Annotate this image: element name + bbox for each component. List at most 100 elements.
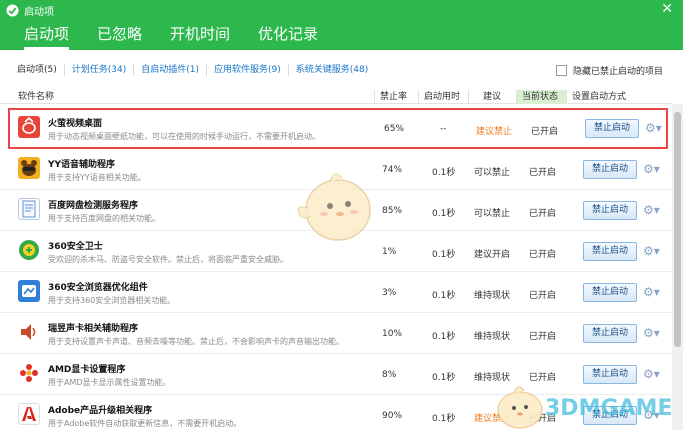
item-start-time: 0.1秒 xyxy=(432,209,456,219)
disable-startup-button[interactable]: 禁止启动 xyxy=(583,242,637,261)
item-description: 用于AMD显卡显示属性设置功能。 xyxy=(48,378,171,387)
item-status: 已开启 xyxy=(529,209,557,219)
subtab-autostart-plugins[interactable]: 自启动插件(1) xyxy=(134,64,207,76)
item-description: 受欢迎的杀木马、防盗号安全软件。禁止后，将面临严重安全威胁。 xyxy=(48,255,288,264)
item-description: 用于支持YY语音相关功能。 xyxy=(48,173,146,182)
item-start-time: 0.1秒 xyxy=(432,250,456,260)
item-disable-rate: 1% xyxy=(382,247,397,257)
column-header-advice[interactable]: 建议 xyxy=(468,90,516,104)
item-disable-rate: 90% xyxy=(382,411,403,421)
hide-disabled-option: 隐藏已禁止启动的项目 xyxy=(555,64,663,77)
vertical-scrollbar[interactable] xyxy=(672,104,683,430)
item-start-time: 0.1秒 xyxy=(432,291,456,301)
sub-tab-bar: 启动项(5) 计划任务(34) 自启动插件(1) 应用软件服务(9) 系统关键服… xyxy=(0,56,683,84)
item-name: 百度网盘检测服务程序 xyxy=(48,201,139,211)
item-status: 已开启 xyxy=(531,127,559,137)
item-name: Adobe产品升级相关程序 xyxy=(48,406,153,416)
item-advice: 维持现状 xyxy=(474,332,511,342)
amd-flower-icon xyxy=(18,362,40,384)
item-start-time: 0.1秒 xyxy=(432,414,456,424)
item-status: 已开启 xyxy=(529,250,557,260)
item-name: 火萤视频桌面 xyxy=(48,119,103,129)
gear-dropdown-icon[interactable]: ⚙▾ xyxy=(643,162,665,176)
adobe-icon xyxy=(18,403,40,425)
disable-startup-button[interactable]: 禁止启动 xyxy=(583,324,637,343)
gear-dropdown-icon[interactable]: ⚙▾ xyxy=(643,285,665,299)
speaker-icon xyxy=(18,321,40,343)
item-disable-rate: 8% xyxy=(382,370,397,380)
item-description: 用于支持设置声卡声道、音频去噪等功能。禁止后，不会影响声卡的声音输出功能。 xyxy=(48,337,344,346)
column-header-action[interactable]: 设置启动方式 xyxy=(566,90,666,104)
item-start-time: 0.1秒 xyxy=(432,332,456,342)
app-logo-icon xyxy=(6,4,19,17)
item-advice: 可以禁止 xyxy=(474,168,511,178)
startup-manager-window: 启动项 ✕ 启动项 已忽略 开机时间 优化记录 启动项(5) 计划任务(34) … xyxy=(0,0,683,430)
item-disable-rate: 65% xyxy=(384,124,405,134)
gear-dropdown-icon[interactable]: ⚙▾ xyxy=(643,326,665,340)
hide-disabled-checkbox[interactable] xyxy=(555,65,567,76)
tab-boot-time[interactable]: 开机时间 xyxy=(156,22,244,50)
item-description: 用于动态视频桌面壁纸功能，可以在使用的时候手动运行，不需要开机启动。 xyxy=(48,132,320,141)
item-advice: 可以禁止 xyxy=(474,209,511,219)
table-row[interactable]: 瑞昱声卡相关辅助程序 用于支持设置声卡声道、音频去噪等功能。禁止后，不会影响声卡… xyxy=(0,313,672,354)
gear-dropdown-icon[interactable]: ⚙▾ xyxy=(645,121,667,135)
window-title: 启动项 xyxy=(24,6,54,18)
table-row[interactable]: AMD显卡设置程序 用于AMD显卡显示属性设置功能。 8% 0.1秒 维持现状 … xyxy=(0,354,672,395)
item-name: AMD显卡设置程序 xyxy=(48,365,126,375)
item-advice: 建议开启 xyxy=(474,250,511,260)
item-start-time: 0.1秒 xyxy=(432,373,456,383)
item-disable-rate: 85% xyxy=(382,206,403,216)
item-description: 用于支持百度网盘的相关功能。 xyxy=(48,214,160,223)
disable-startup-button[interactable]: 禁止启动 xyxy=(583,160,637,179)
360-shield-icon xyxy=(18,239,40,261)
subtab-startup-items[interactable]: 启动项(5) xyxy=(0,64,65,76)
tab-optimization-log[interactable]: 优化记录 xyxy=(244,22,332,50)
table-row[interactable]: 360安全浏览器优化组件 用于支持360安全浏览器相关功能。 3% 0.1秒 维… xyxy=(0,272,672,313)
item-description: 用于Adobe软件自动获取更新信息，不需要开机启动。 xyxy=(48,419,242,428)
startup-table: 火萤视频桌面 用于动态视频桌面壁纸功能，可以在使用的时候手动运行，不需要开机启动… xyxy=(0,104,672,430)
watermark-mascot-small xyxy=(488,378,548,430)
firefly-icon xyxy=(18,116,40,138)
document-icon xyxy=(18,198,40,220)
item-name: YY语音辅助程序 xyxy=(48,160,116,170)
360-browser-icon xyxy=(18,280,40,302)
item-description: 用于支持360安全浏览器相关功能。 xyxy=(48,296,176,305)
gear-dropdown-icon[interactable]: ⚙▾ xyxy=(643,367,665,381)
item-status: 已开启 xyxy=(529,332,557,342)
item-disable-rate: 10% xyxy=(382,329,403,339)
item-name: 360安全浏览器优化组件 xyxy=(48,283,148,293)
column-header-time[interactable]: 启动用时 xyxy=(418,90,468,104)
item-start-time: -- xyxy=(440,124,447,134)
header-bar: 启动项 ✕ 启动项 已忽略 开机时间 优化记录 xyxy=(0,0,683,50)
mascot-watermark-image xyxy=(290,160,380,250)
window-title-bar: 启动项 xyxy=(6,3,54,18)
column-header-status[interactable]: 当前状态 xyxy=(516,90,566,104)
item-start-time: 0.1秒 xyxy=(432,168,456,178)
column-header-rate[interactable]: 禁止率 xyxy=(374,90,418,104)
subtab-app-services[interactable]: 应用软件服务(9) xyxy=(207,64,289,76)
subtab-scheduled-tasks[interactable]: 计划任务(34) xyxy=(65,64,135,76)
gear-dropdown-icon[interactable]: ⚙▾ xyxy=(643,244,665,258)
item-advice: 建议禁止 xyxy=(476,127,513,137)
subtab-system-services[interactable]: 系统关键服务(48) xyxy=(289,64,375,76)
item-name: 360安全卫士 xyxy=(48,242,103,252)
disable-startup-button[interactable]: 禁止启动 xyxy=(583,283,637,302)
item-disable-rate: 3% xyxy=(382,288,397,298)
tab-startup-items[interactable]: 启动项 xyxy=(0,22,83,50)
scrollbar-thumb[interactable] xyxy=(674,112,681,347)
column-header-name[interactable]: 软件名称 xyxy=(18,90,54,104)
tab-ignored[interactable]: 已忽略 xyxy=(83,22,156,50)
table-header: 软件名称 禁止率 启动用时 建议 当前状态 设置启动方式 xyxy=(0,90,672,104)
table-row[interactable]: 火萤视频桌面 用于动态视频桌面壁纸功能，可以在使用的时候手动运行，不需要开机启动… xyxy=(8,108,668,149)
disable-startup-button[interactable]: 禁止启动 xyxy=(583,201,637,220)
main-tabs: 启动项 已忽略 开机时间 优化记录 xyxy=(0,22,332,50)
disable-startup-button[interactable]: 禁止启动 xyxy=(585,119,639,138)
watermark-logo: 3DMGAME xyxy=(545,396,673,421)
item-advice: 维持现状 xyxy=(474,291,511,301)
gear-dropdown-icon[interactable]: ⚙▾ xyxy=(643,203,665,217)
item-name: 瑞昱声卡相关辅助程序 xyxy=(48,324,139,334)
disable-startup-button[interactable]: 禁止启动 xyxy=(583,365,637,384)
yy-bear-icon xyxy=(18,157,40,179)
close-icon[interactable]: ✕ xyxy=(661,1,673,17)
item-status: 已开启 xyxy=(529,291,557,301)
